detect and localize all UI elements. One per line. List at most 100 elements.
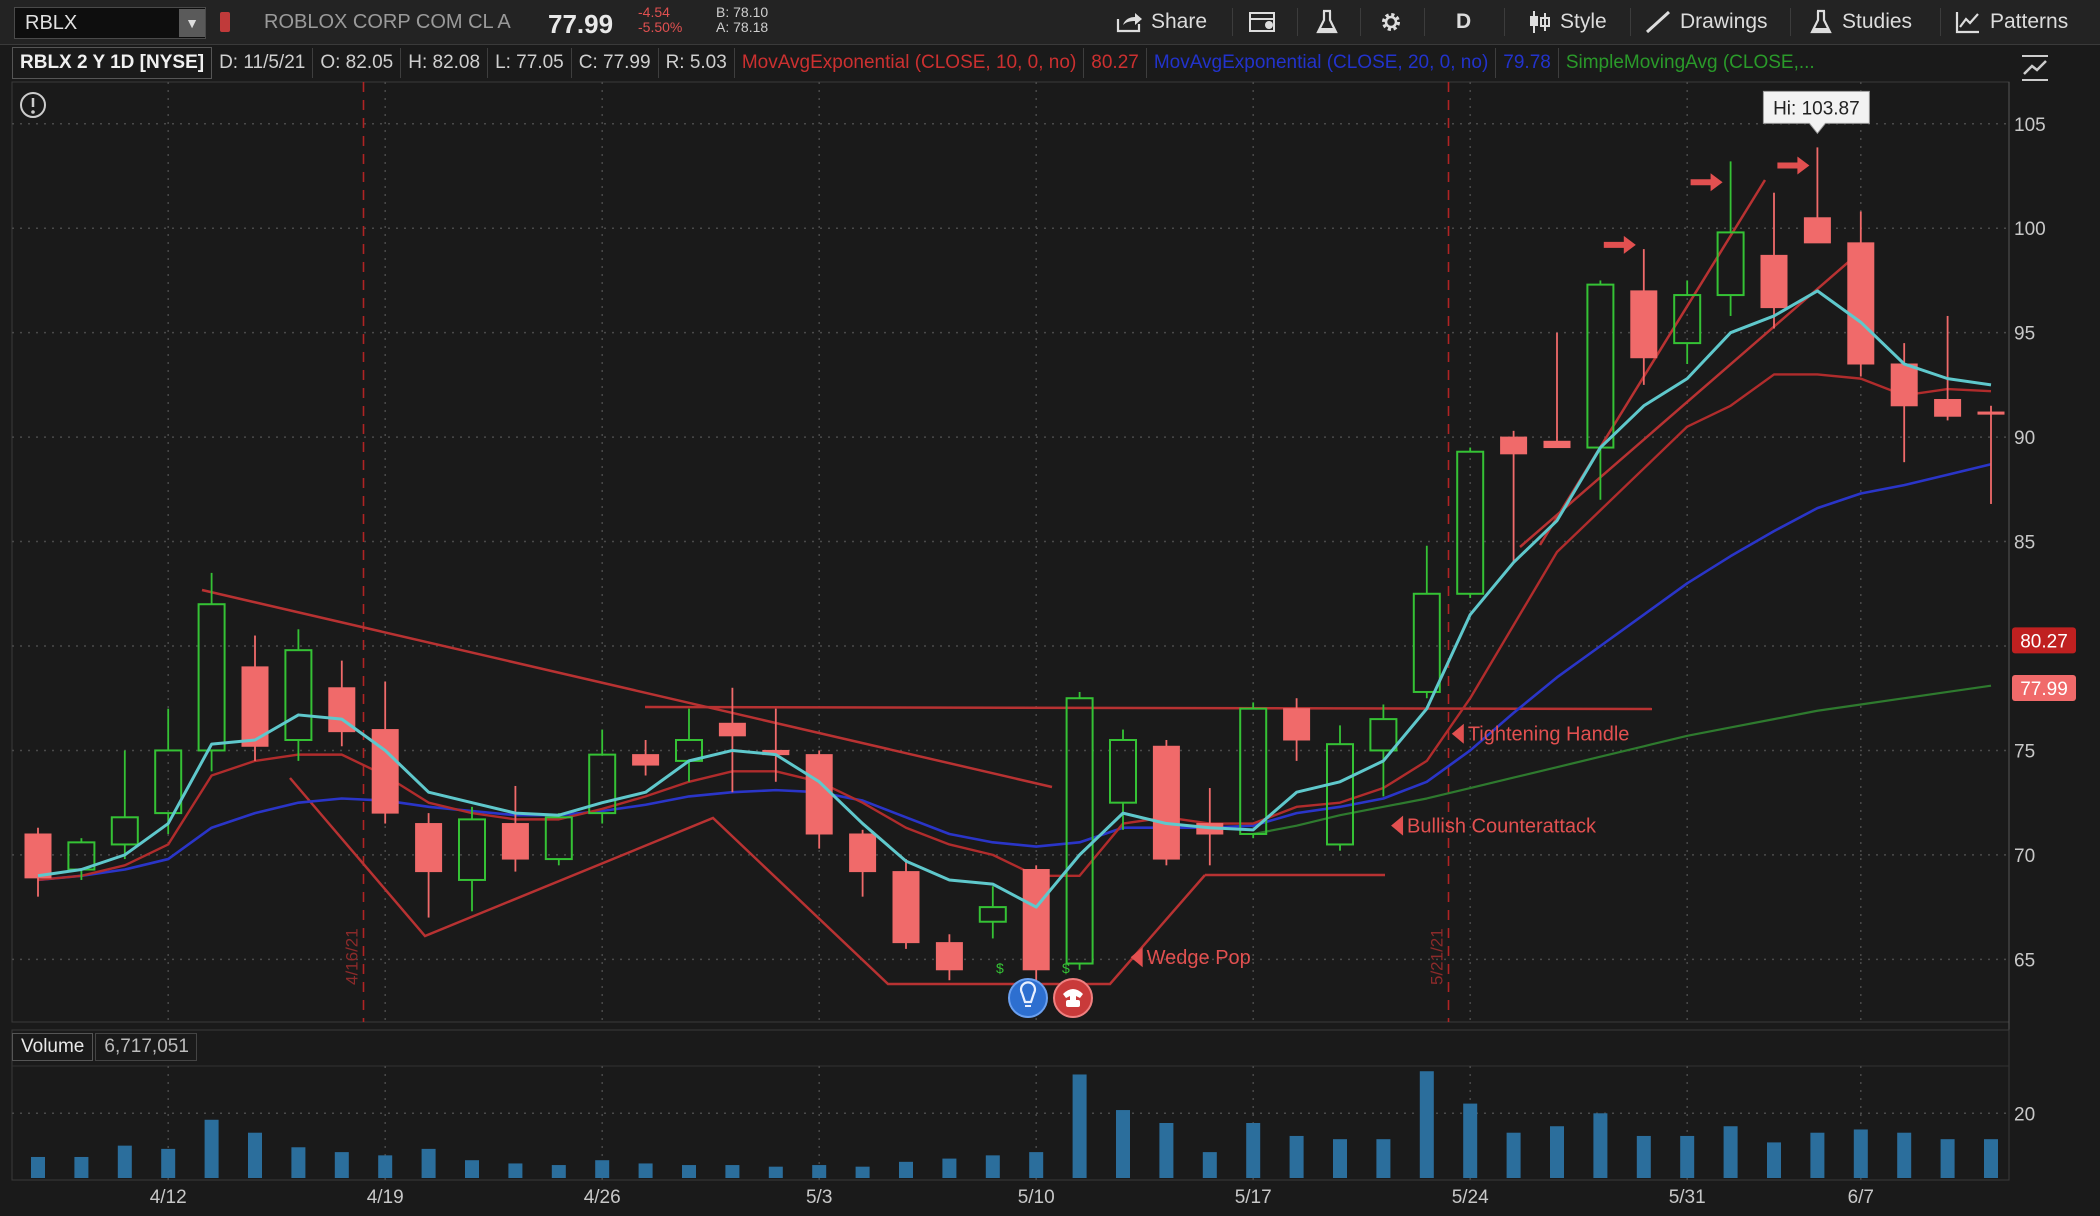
annotations: Hi: 103.87 Tightening Handle Bullish Count…: [1130, 90, 1870, 969]
price-tick-label: 100: [2014, 219, 2046, 240]
volume-title: Volume: [12, 1033, 94, 1061]
volume-bar: [1680, 1135, 1695, 1178]
volume-bar: [1333, 1139, 1347, 1178]
price-badge-label: 80.27: [2020, 631, 2068, 652]
volume-bar: [1723, 1126, 1738, 1178]
volume-bar: [899, 1161, 913, 1178]
candle-body-down: [718, 722, 746, 737]
earnings-bulb-icon[interactable]: [1008, 978, 1048, 1018]
wedge-pop-pointer: [1130, 947, 1143, 968]
candle-body-down: [1934, 399, 1962, 417]
volume-bar: [1202, 1152, 1217, 1178]
candle-body-up: [1326, 743, 1354, 846]
resistance-line: [644, 705, 1653, 711]
ema20-polyline: [37, 463, 1992, 882]
date-tick-label: 4/26: [584, 1187, 621, 1208]
price-tick-label: 65: [2014, 950, 2035, 971]
volume-bar: [855, 1166, 870, 1178]
volume-bar: [1984, 1139, 1998, 1178]
volume-bar: [551, 1165, 566, 1178]
trading-chart-app: { "toolbar": { "symbol": "RBLX", "compan…: [0, 0, 2100, 1216]
candle-body-up: [458, 818, 486, 881]
volume-bar: [161, 1148, 176, 1178]
volume-bar: [1463, 1103, 1478, 1178]
volume-bar: [1159, 1123, 1174, 1178]
volume-bar: [1810, 1132, 1825, 1178]
candle-body-down: [805, 754, 833, 835]
conference-call-icon[interactable]: [1053, 978, 1093, 1018]
volume-bar: [248, 1132, 262, 1178]
volume-bar: [812, 1165, 827, 1178]
volume-bar: [985, 1155, 1000, 1178]
pattern-lines: [201, 179, 1861, 986]
wedge-pop-label: Wedge Pop: [1147, 947, 1251, 969]
volume-bar: [1029, 1152, 1044, 1178]
volume-bar: [1550, 1126, 1564, 1178]
volume-bars: [31, 1071, 1998, 1178]
volume-bar: [1072, 1074, 1087, 1178]
date-tick-label: 5/3: [806, 1187, 832, 1208]
volume-bar: [768, 1166, 783, 1178]
volume-bar: [638, 1163, 653, 1178]
price-tick-label: 85: [2014, 533, 2035, 554]
volume-bar: [1116, 1110, 1130, 1178]
candle-body-down: [1977, 411, 2005, 415]
candle-body-up: [1065, 697, 1094, 965]
volume-bar: [1246, 1123, 1261, 1178]
volume-grid: [12, 1066, 2009, 1180]
volume-bar: [508, 1163, 523, 1178]
volume-bar: [1853, 1129, 1868, 1178]
price-axis-ticks: 65707580859095100105: [2014, 115, 2046, 972]
candle-body-down: [501, 823, 529, 860]
volume-bar: [1506, 1132, 1521, 1178]
volume-bar: [31, 1156, 45, 1178]
price-badges: 80.27 77.99: [2012, 627, 2076, 701]
price-tick-label: 95: [2014, 324, 2035, 345]
price-tick-label: 70: [2014, 846, 2035, 867]
candle-body-down: [935, 942, 963, 971]
bullish-counterattack-pointer: [1391, 815, 1404, 836]
date-tick-label: 4/19: [367, 1187, 404, 1208]
date-marker-label: 5/21/21: [1428, 928, 1447, 985]
volume-bar: [1767, 1142, 1781, 1178]
candle-body-up: [1586, 283, 1615, 449]
hi-tooltip-label: Hi: 103.87: [1773, 98, 1860, 119]
volume-bar: [204, 1119, 219, 1178]
grid: [12, 82, 2009, 1022]
candle-body-down: [1890, 363, 1918, 407]
candle-body-up: [197, 603, 226, 752]
price-chart[interactable]: 4/16/215/21/21 65707580859095100105 80.2…: [0, 0, 2100, 1216]
volume-bar: [465, 1160, 479, 1178]
volume-bar: [1636, 1135, 1651, 1178]
price-pane-frame: [11, 81, 2010, 1023]
ema-fast-polyline: [37, 289, 1992, 909]
volume-bar: [1419, 1071, 1434, 1178]
volume-header: Volume 6,717,051: [12, 1032, 198, 1062]
candle-body-up: [1369, 718, 1398, 752]
date-tick-label: 5/17: [1235, 1187, 1272, 1208]
signal-arrow: [1690, 173, 1723, 192]
candle-body-down: [1847, 242, 1875, 365]
candle-body-down: [1022, 869, 1050, 971]
wedge-outline: [289, 777, 1206, 986]
volume-bar: [334, 1152, 349, 1178]
tightening-handle-label: Tightening Handle: [1468, 724, 1630, 746]
date-tick-label: 5/10: [1018, 1187, 1055, 1208]
candle-body-up: [284, 649, 313, 742]
volume-bar: [117, 1145, 132, 1178]
volume-pane-frame: [11, 1029, 2010, 1181]
signal-arrow: [1603, 235, 1636, 254]
candle-body-down: [892, 871, 920, 944]
volume-bar: [595, 1160, 610, 1178]
candle-body-down: [1803, 217, 1831, 244]
volume-axis-ticks: 20: [2014, 1104, 2035, 1125]
volume-bar: [378, 1155, 393, 1178]
signal-arrow: [1777, 156, 1810, 175]
tightening-handle-pointer: [1451, 723, 1464, 744]
split-marker: $: [1062, 960, 1070, 976]
candle-body-down: [1543, 440, 1571, 449]
date-axis: 4/12 4/19 4/26 5/3 5/10 5/17 5/24 5/31 6/7: [150, 1187, 1874, 1208]
info-circle-icon[interactable]: [20, 92, 46, 118]
date-tick-label: 6/7: [1848, 1187, 1874, 1208]
volume-bar: [74, 1156, 89, 1178]
